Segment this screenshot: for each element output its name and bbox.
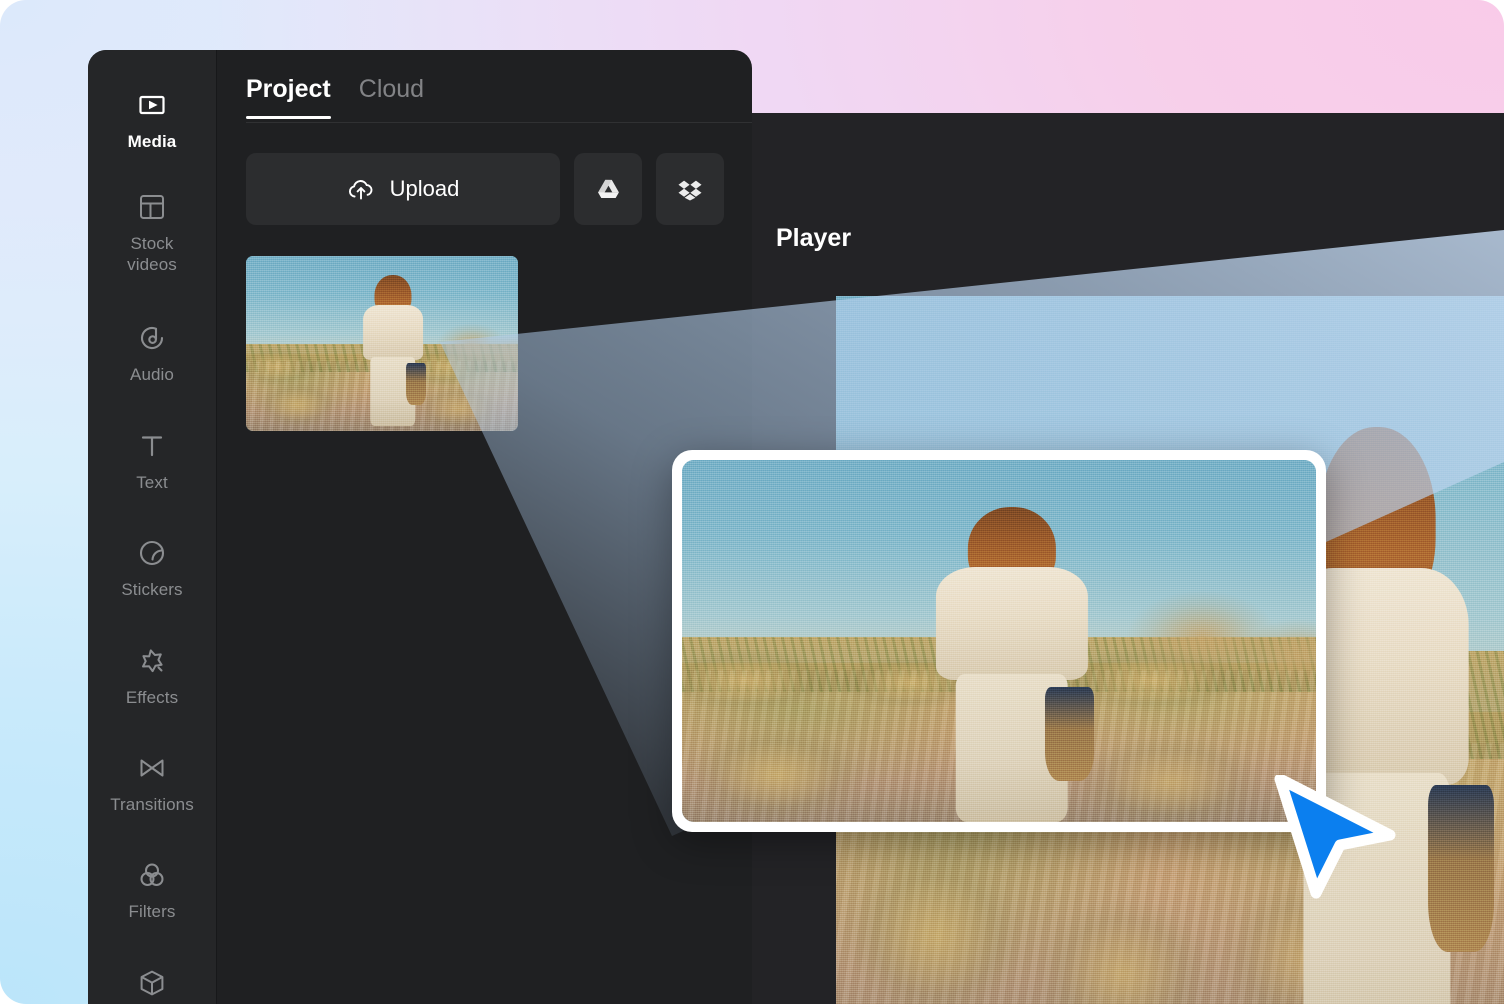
player-title: Player bbox=[776, 224, 852, 252]
sidebar-item-label: Text bbox=[136, 473, 168, 492]
sidebar-item-label: Stickers bbox=[121, 580, 183, 599]
dragged-media-image bbox=[682, 460, 1316, 822]
sidebar-item-label: Media bbox=[127, 132, 177, 151]
sidebar-nav: Media Stock videos Audio Text Stickers E… bbox=[88, 50, 216, 1004]
tabs-divider bbox=[246, 122, 752, 123]
dropbox-icon bbox=[677, 176, 703, 202]
sidebar-item-label: Audio bbox=[130, 365, 174, 384]
transitions-bowtie-icon bbox=[137, 753, 167, 783]
text-t-icon bbox=[137, 431, 167, 461]
sidebar-item-audio[interactable]: Audio bbox=[88, 323, 216, 385]
media-play-icon bbox=[137, 90, 167, 120]
filters-rings-icon bbox=[137, 860, 167, 890]
media-grid bbox=[246, 256, 518, 431]
sidebar-item-stock-videos[interactable]: Stock videos bbox=[88, 192, 216, 275]
sidebar-item-transitions[interactable]: Transitions bbox=[88, 753, 216, 815]
sidebar-item-label: Transitions bbox=[110, 795, 194, 814]
google-drive-button[interactable] bbox=[574, 153, 642, 225]
sticker-circle-icon bbox=[137, 538, 167, 568]
left-panel: Media Stock videos Audio Text Stickers E… bbox=[88, 50, 752, 1004]
sidebar-item-label: Effects bbox=[125, 688, 179, 707]
upload-button[interactable]: Upload bbox=[246, 153, 560, 225]
tab-project[interactable]: Project bbox=[246, 74, 331, 119]
sidebar-item-media[interactable]: Media bbox=[88, 90, 216, 152]
google-drive-icon bbox=[595, 176, 622, 203]
sidebar-item-effects[interactable]: Effects bbox=[88, 646, 216, 708]
browser-actions: Upload bbox=[246, 153, 724, 225]
sidebar-item-text[interactable]: Text bbox=[88, 431, 216, 493]
media-thumbnail-image bbox=[246, 256, 518, 431]
sidebar-item-label: Stock videos bbox=[127, 234, 177, 274]
sidebar-item-filters[interactable]: Filters bbox=[88, 860, 216, 922]
dropbox-button[interactable] bbox=[656, 153, 724, 225]
media-thumbnail[interactable] bbox=[246, 256, 518, 431]
tab-cloud[interactable]: Cloud bbox=[359, 74, 424, 119]
sidebar-item-stickers[interactable]: Stickers bbox=[88, 538, 216, 600]
browser-tabs: Project Cloud bbox=[246, 74, 424, 119]
audio-note-icon bbox=[137, 323, 167, 353]
dragged-media-card[interactable] bbox=[672, 450, 1326, 832]
layout-grid-icon bbox=[137, 192, 167, 222]
sidebar-item-label: Filters bbox=[128, 902, 176, 921]
cloud-upload-icon bbox=[347, 175, 375, 203]
cube-3d-icon bbox=[137, 968, 167, 998]
upload-button-label: Upload bbox=[389, 176, 460, 201]
sidebar-item-3d[interactable] bbox=[88, 968, 216, 1004]
effects-star-icon bbox=[137, 646, 167, 676]
